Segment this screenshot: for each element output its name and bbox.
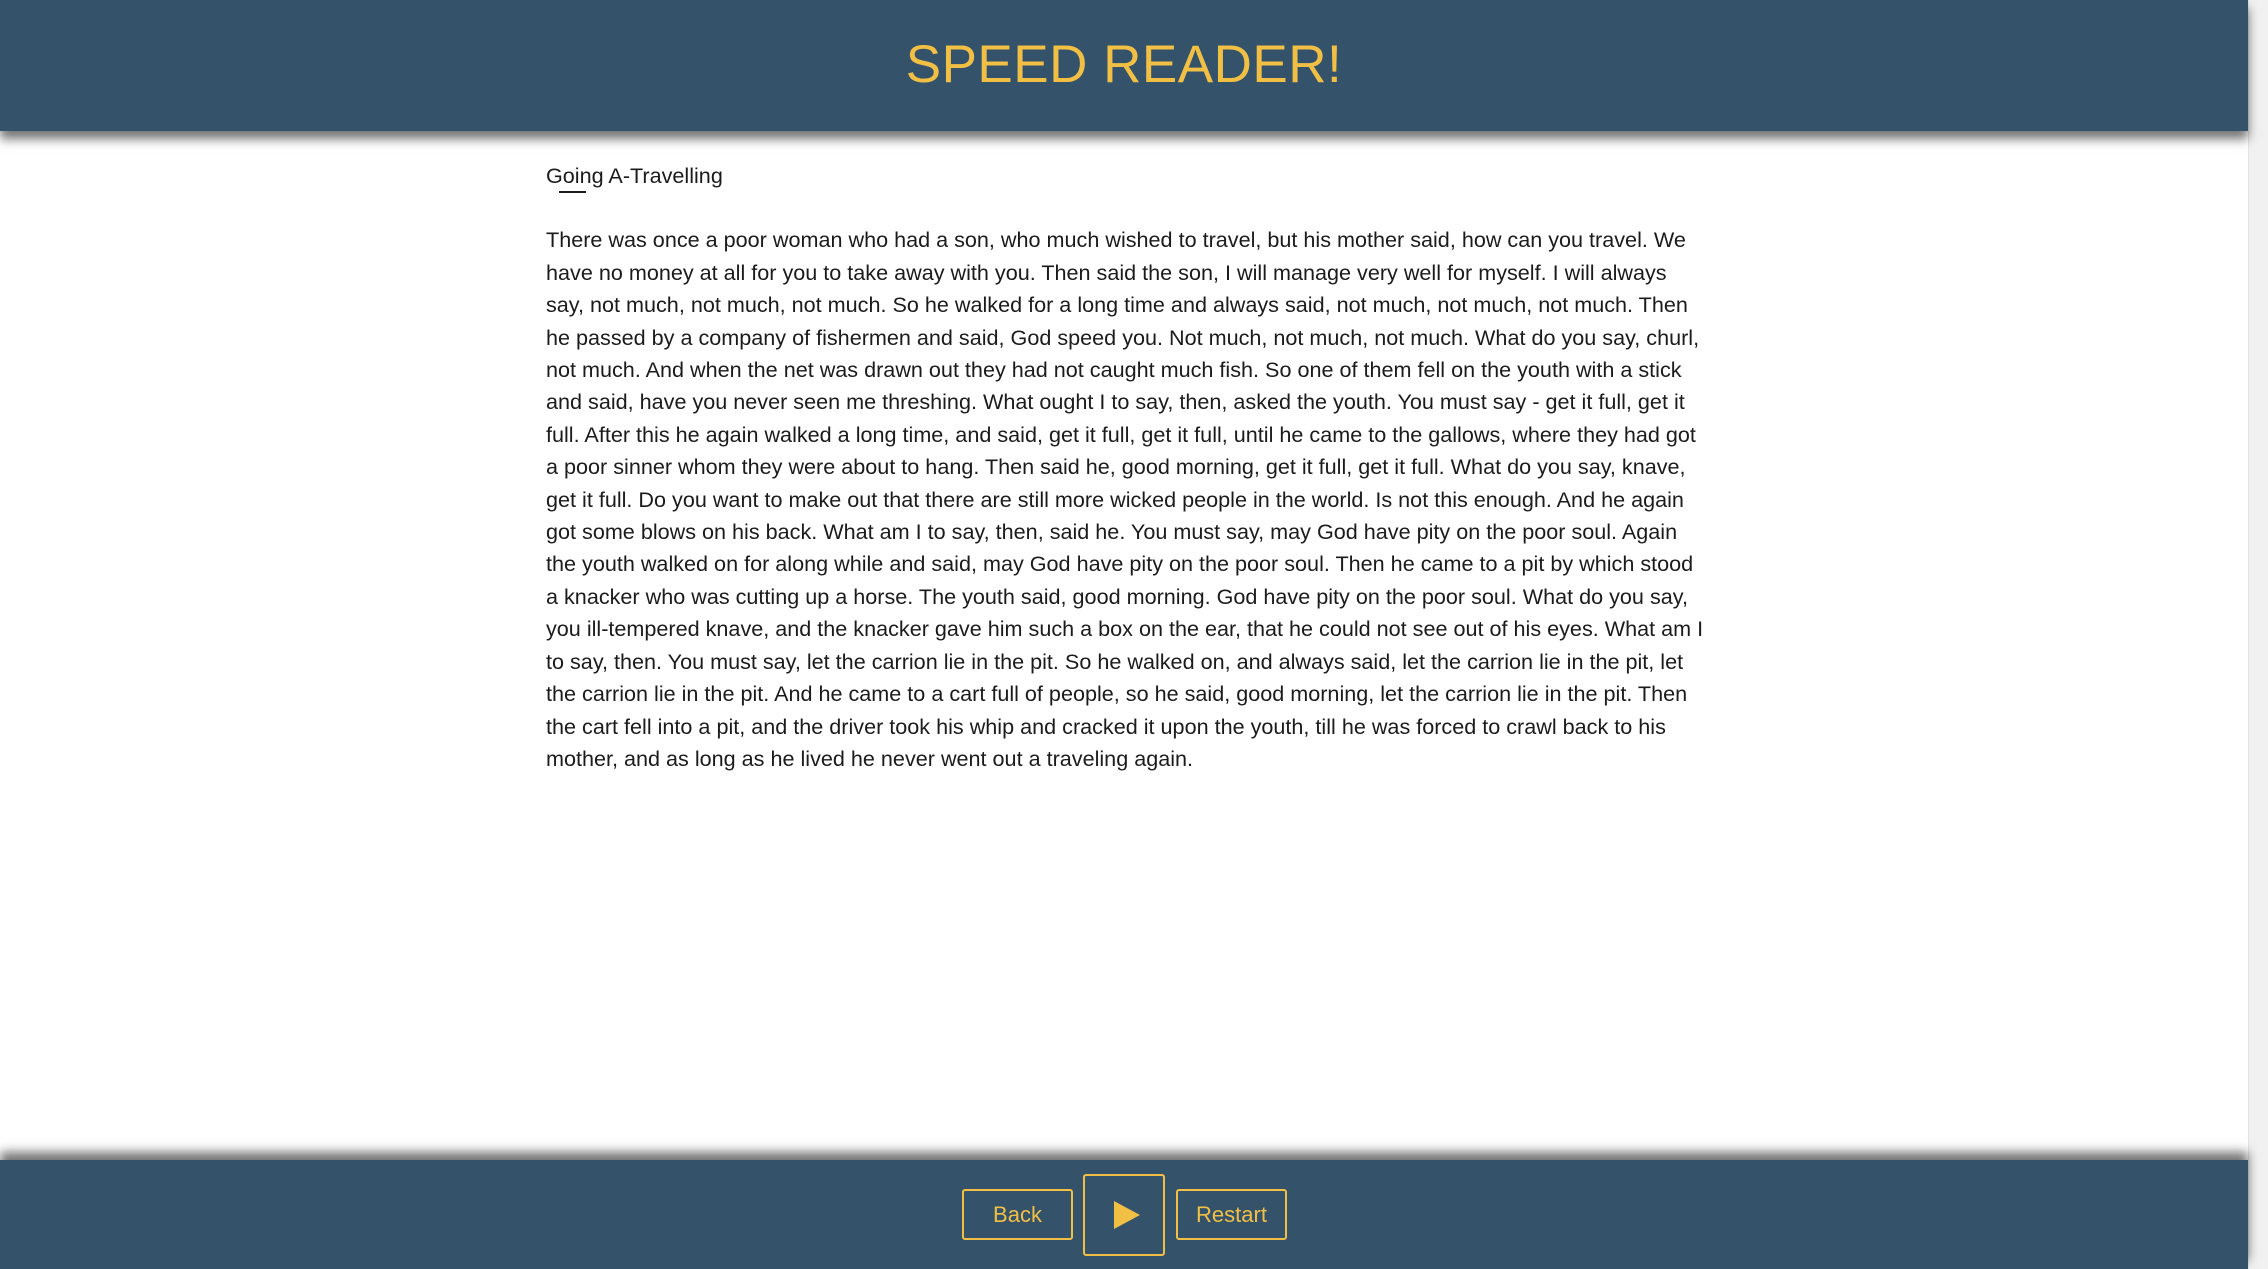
- story-title: Going A-Travelling: [546, 163, 723, 188]
- app-title: SPEED READER!: [905, 35, 1343, 94]
- page-scrollbar[interactable]: [2248, 0, 2268, 1269]
- top-bar: SPEED READER!: [0, 0, 2248, 131]
- story-title-line: Going A-Travelling: [546, 160, 1706, 193]
- reading-area: Going A-Travelling There was once a poor…: [546, 160, 1706, 775]
- play-button[interactable]: [1083, 1174, 1165, 1256]
- play-icon: [1113, 1201, 1140, 1229]
- back-button[interactable]: Back: [962, 1189, 1073, 1240]
- current-word-marker: [559, 191, 586, 193]
- control-bar: Back Restart: [0, 1160, 2248, 1269]
- restart-button[interactable]: Restart: [1176, 1189, 1287, 1240]
- story-body: There was once a poor woman who had a so…: [546, 227, 1704, 771]
- page: SPEED READER! Going A-Travelling There w…: [0, 0, 2248, 1269]
